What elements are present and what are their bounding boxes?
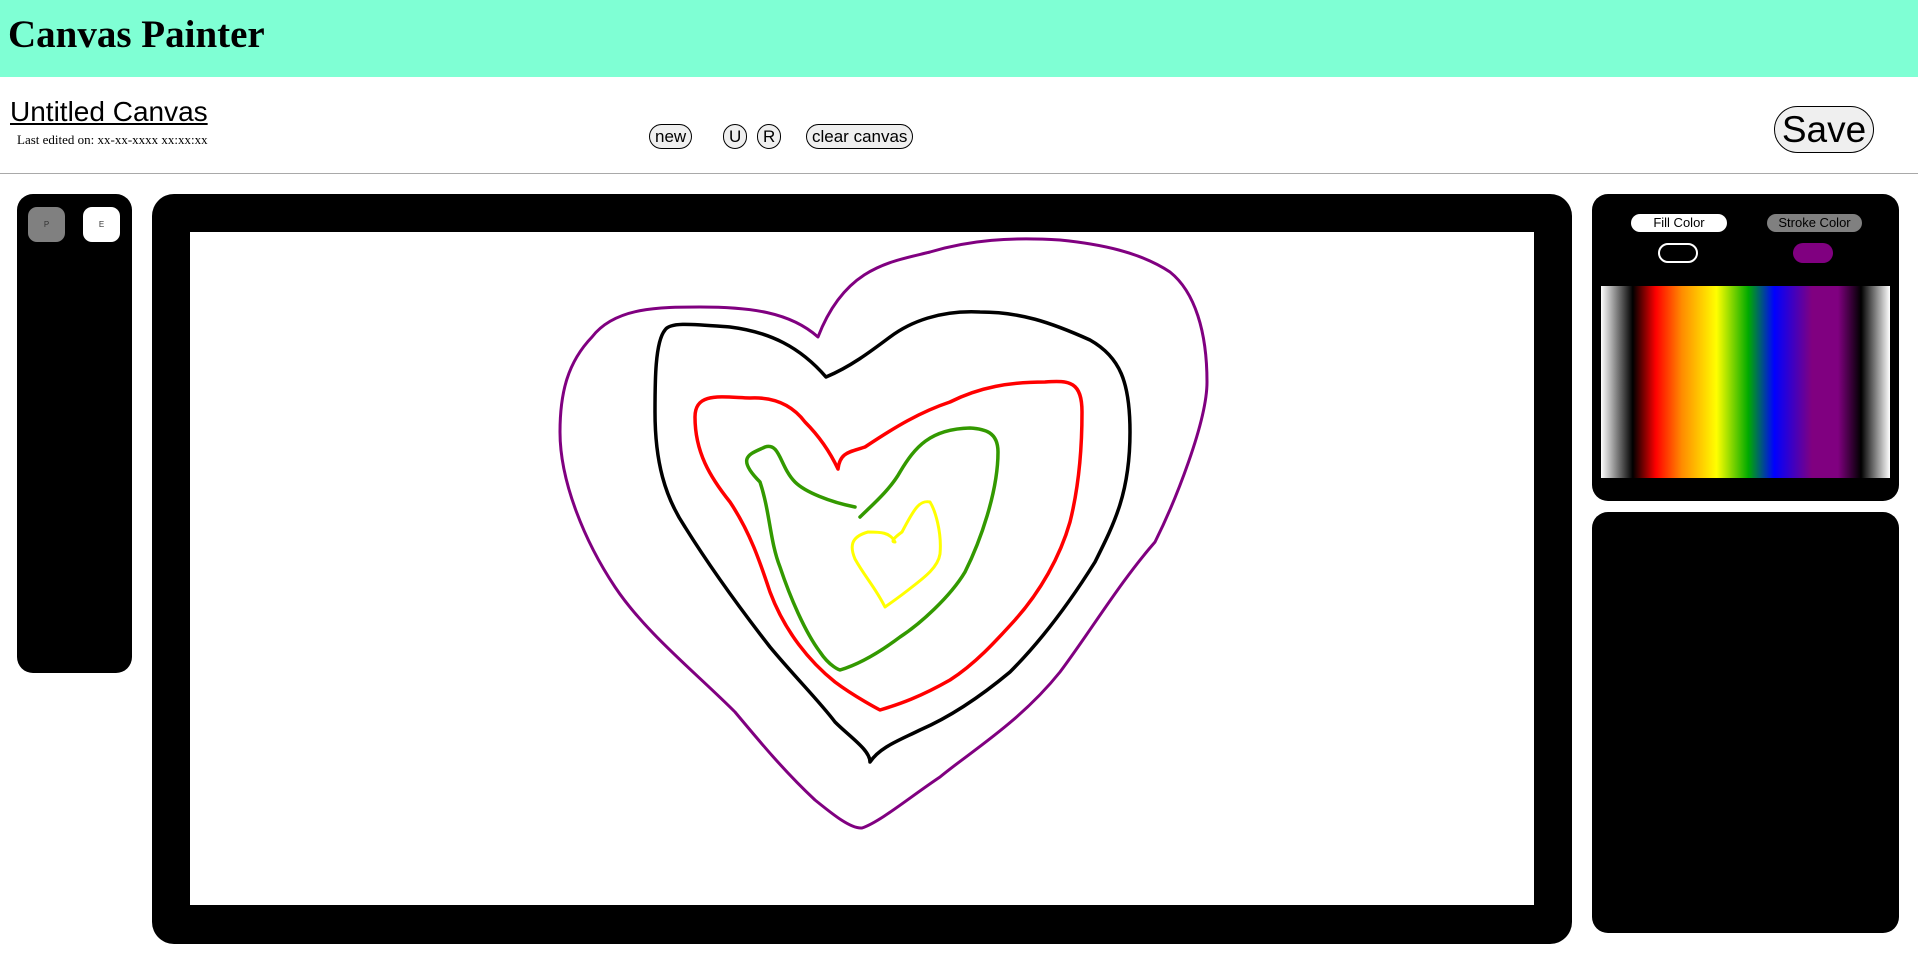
app-header: Canvas Painter (0, 0, 1918, 77)
yellow-heart-stroke (850, 500, 942, 609)
redo-button[interactable]: R (757, 124, 782, 149)
fill-color-swatch[interactable] (1658, 243, 1698, 263)
color-spectrum-picker[interactable] (1601, 286, 1890, 478)
drawing-svg (558, 237, 1209, 830)
tool-panel: P E (17, 194, 132, 673)
red-heart-stroke (693, 379, 1084, 712)
color-panel: Fill Color Stroke Color (1592, 194, 1899, 501)
toolbar-divider (0, 173, 1918, 174)
clear-canvas-button[interactable]: clear canvas (806, 124, 914, 149)
new-button[interactable]: new (649, 124, 693, 149)
last-edited-text: Last edited on: xx-xx-xxxx xx:xx:xx (17, 132, 208, 147)
stroke-color-label[interactable]: Stroke Color (1767, 214, 1862, 232)
fill-color-label[interactable]: Fill Color (1631, 214, 1727, 232)
save-button[interactable]: Save (1774, 106, 1874, 153)
stroke-color-swatch[interactable] (1793, 243, 1833, 263)
undo-button[interactable]: U (723, 124, 748, 149)
drawing-canvas[interactable] (190, 232, 1534, 905)
secondary-panel (1592, 512, 1899, 933)
app-title: Canvas Painter (8, 13, 265, 56)
document-title[interactable]: Untitled Canvas (10, 96, 208, 128)
pen-tool-button[interactable]: P (28, 207, 65, 242)
eraser-tool-button[interactable]: E (83, 207, 120, 242)
green-heart-stroke (745, 426, 1000, 672)
